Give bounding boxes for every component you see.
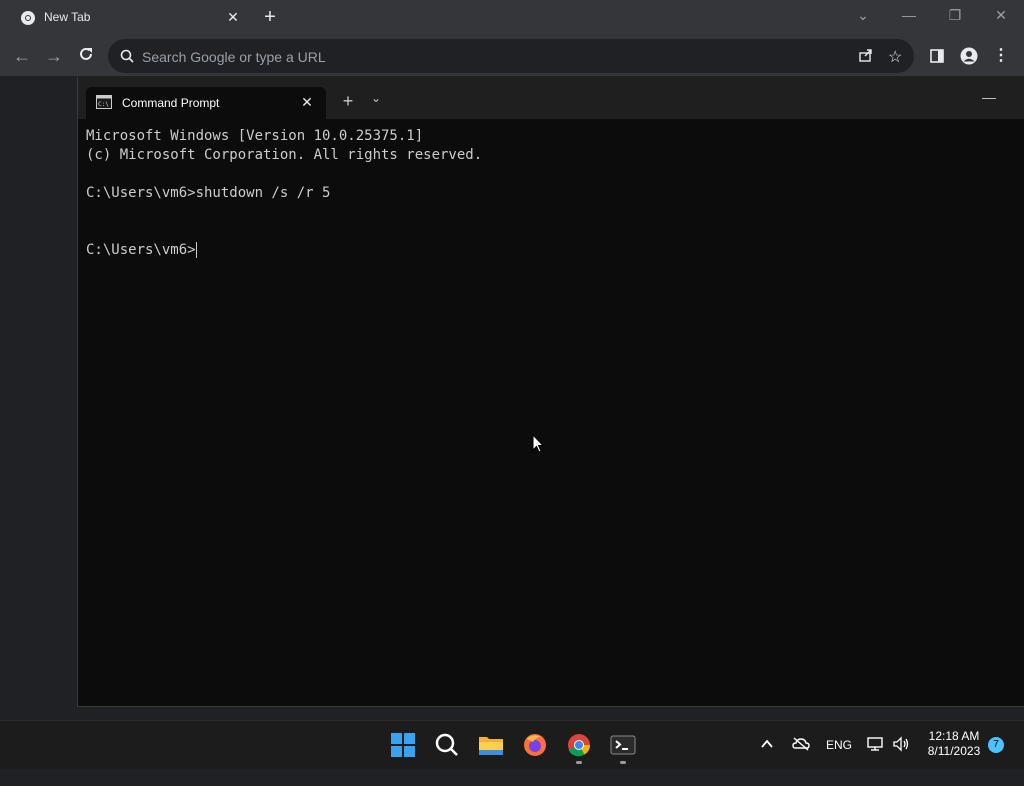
terminal-prompt-line: C:\Users\vm6> <box>86 241 1016 260</box>
share-icon[interactable] <box>858 47 874 68</box>
profile-avatar-icon[interactable] <box>958 45 980 67</box>
chrome-running-indicator <box>576 761 582 764</box>
browser-titlebar: New Tab ✕ + ⌄ — ❐ ✕ <box>0 0 1024 36</box>
show-hidden-icons-chevron-icon[interactable] <box>760 737 776 785</box>
clock-time: 12:18 AM <box>928 729 980 743</box>
close-window-button[interactable]: ✕ <box>978 0 1024 30</box>
forward-arrow-icon[interactable]: → <box>42 44 66 68</box>
terminal-line: C:\Users\vm6>shutdown /s /r 5 <box>86 185 331 201</box>
minimize-button[interactable]: — <box>886 0 932 30</box>
tab-search-chevron-icon[interactable]: ⌄ <box>840 0 886 30</box>
firefox-icon[interactable] <box>519 729 551 761</box>
browser-tab-title: New Tab <box>44 10 91 24</box>
file-explorer-icon[interactable] <box>475 729 507 761</box>
terminal-line: Microsoft Windows [Version 10.0.25375.1] <box>86 128 424 144</box>
network-icon[interactable] <box>866 736 886 784</box>
text-cursor <box>195 242 197 258</box>
notification-count-badge[interactable]: 7 <box>988 737 1004 753</box>
close-terminal-tab-icon[interactable]: ✕ <box>298 93 316 111</box>
language-indicator[interactable]: ENG <box>826 738 852 786</box>
menu-kebab-icon[interactable]: ⋮ <box>990 45 1012 67</box>
browser-toolbar: ← → Search Google or type a URL ☆ ⋮ <box>0 36 1024 76</box>
taskbar: ENG 12:18 AM 8/11/2023 7 <box>0 720 1024 769</box>
terminal-prompt: C:\Users\vm6> <box>86 242 196 258</box>
terminal-dropdown-chevron-icon[interactable]: ⌄ <box>368 91 384 105</box>
terminal-tab-title: Command Prompt <box>122 96 220 110</box>
windows-start-icon[interactable] <box>387 729 419 761</box>
mouse-pointer-icon <box>532 433 545 459</box>
chrome-icon[interactable] <box>563 729 595 761</box>
terminal-icon[interactable] <box>607 729 639 761</box>
close-tab-icon[interactable]: ✕ <box>224 8 242 26</box>
command-prompt-icon: C:\ <box>96 95 112 114</box>
terminal-window: C:\ Command Prompt ✕ + ⌄ — Microsoft Win… <box>77 77 1024 707</box>
terminal-running-indicator <box>620 761 626 764</box>
bookmark-star-icon[interactable]: ☆ <box>888 47 902 67</box>
back-arrow-icon[interactable]: ← <box>10 44 34 68</box>
terminal-new-tab-button[interactable]: + <box>338 91 358 112</box>
terminal-output[interactable]: Microsoft Windows [Version 10.0.25375.1]… <box>86 127 1016 697</box>
reload-icon[interactable] <box>74 44 98 68</box>
terminal-tab-command-prompt[interactable]: C:\ Command Prompt ✕ <box>86 87 326 119</box>
address-bar[interactable]: Search Google or type a URL ☆ <box>108 39 914 73</box>
restore-button[interactable]: ❐ <box>932 0 978 30</box>
terminal-minimize-button[interactable]: — <box>974 89 1004 109</box>
svg-text:C:\: C:\ <box>98 101 109 108</box>
volume-icon[interactable] <box>892 736 912 784</box>
search-icon[interactable] <box>431 729 463 761</box>
new-tab-button[interactable]: + <box>258 6 282 30</box>
address-bar-placeholder: Search Google or type a URL <box>142 49 326 65</box>
taskbar-clock[interactable]: 12:18 AM 8/11/2023 <box>918 729 990 759</box>
side-panel-icon[interactable] <box>926 45 948 67</box>
clock-date: 8/11/2023 <box>927 744 981 758</box>
terminal-line: (c) Microsoft Corporation. All rights re… <box>86 147 483 163</box>
onedrive-offline-icon[interactable] <box>792 737 810 785</box>
search-icon <box>120 49 134 68</box>
terminal-titlebar: C:\ Command Prompt ✕ + ⌄ — <box>78 77 1024 119</box>
browser-tab-new-tab[interactable]: New Tab ✕ <box>8 0 248 36</box>
chrome-favicon-icon <box>20 10 36 26</box>
